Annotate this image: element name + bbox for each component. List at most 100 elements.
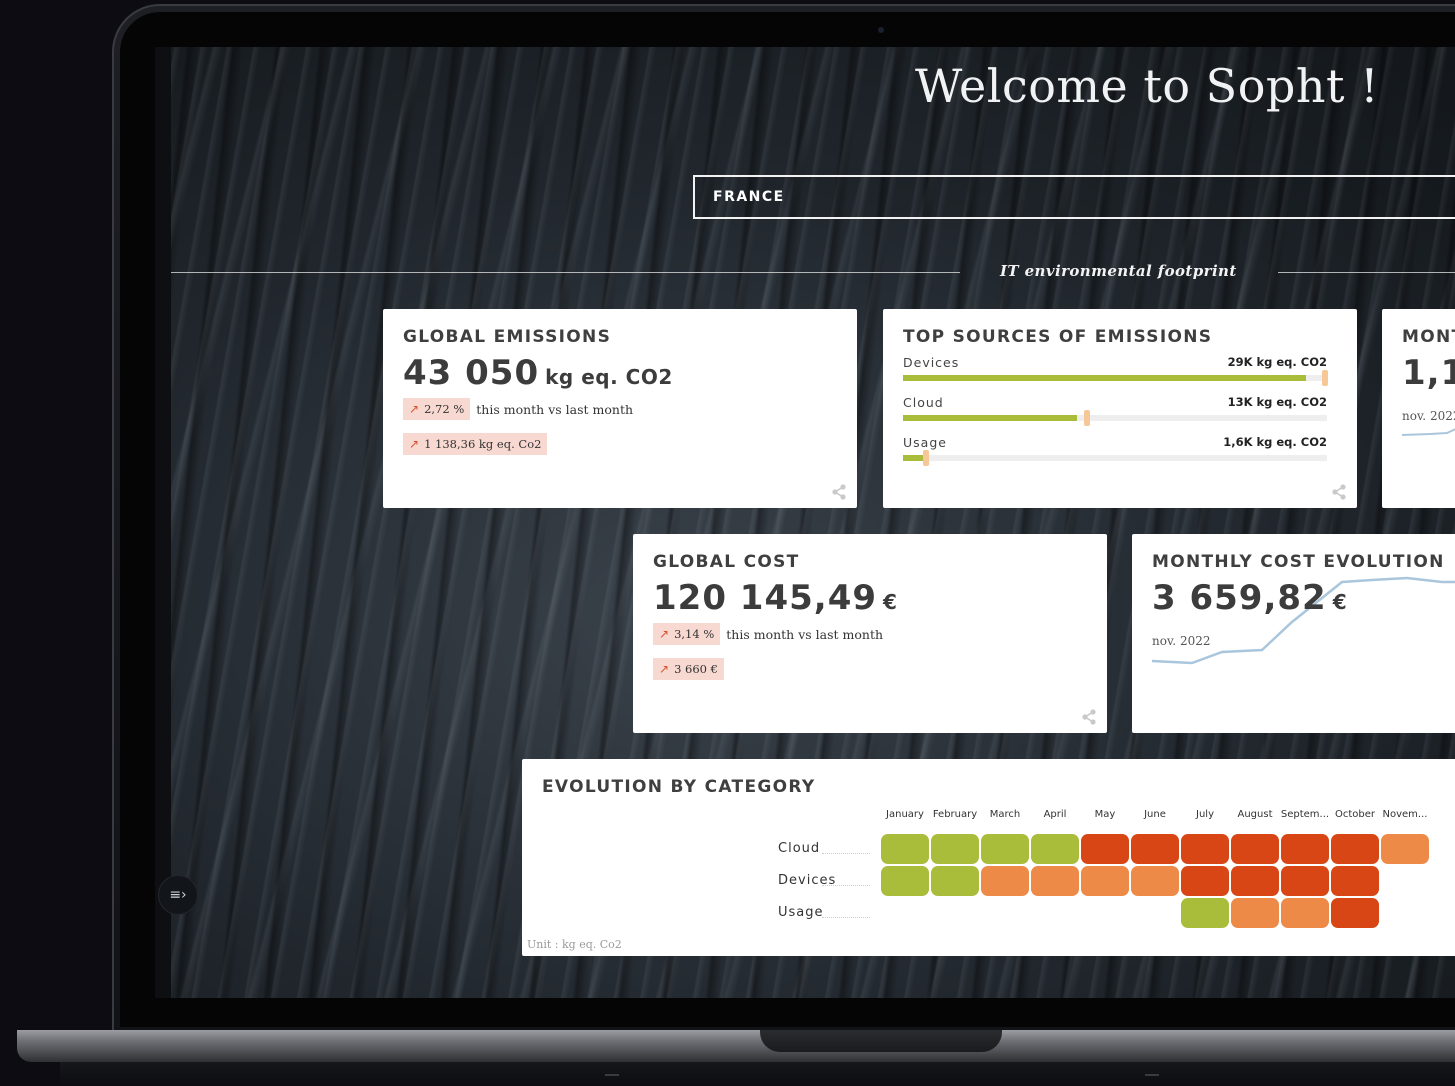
source-bar — [903, 455, 925, 461]
heatmap-cell[interactable] — [1231, 866, 1279, 896]
cost-number: 120 145,49 — [653, 578, 878, 618]
monthly-emissions-number: 1,1K — [1402, 353, 1455, 393]
heatmap-cell[interactable] — [1331, 834, 1379, 864]
monthly-cost-value: 3 659,82 € — [1152, 578, 1347, 618]
delta-badge: ↗ 3,14 % — [653, 623, 721, 645]
heatmap-cell[interactable] — [1031, 834, 1079, 864]
share-icon[interactable] — [831, 484, 847, 500]
section-title: IT environmental footprint — [1000, 262, 1237, 280]
source-label: Usage — [903, 435, 947, 450]
heatmap-cell[interactable] — [981, 866, 1029, 896]
heatmap-cell[interactable] — [881, 866, 929, 896]
top-sources-card[interactable]: TOP SOURCES OF EMISSIONS Devices 29K kg e… — [883, 309, 1357, 508]
card-title: EVOLUTION BY CATEGORY — [542, 777, 816, 797]
cost-value: 120 145,49 € — [653, 578, 897, 618]
share-icon[interactable] — [1331, 484, 1347, 500]
month-label: February — [932, 809, 978, 820]
menu-expand-icon: ≡› — [169, 887, 187, 903]
emissions-number: 43 050 — [403, 353, 540, 393]
emissions-unit: kg eq. CO2 — [545, 365, 673, 389]
delta-percent: 2,72 % — [424, 402, 465, 416]
heatmap-cell[interactable] — [931, 834, 979, 864]
heatmap-cell[interactable] — [931, 866, 979, 896]
country-selector[interactable]: FRANCE — [693, 175, 1455, 219]
source-value: 1,6K kg eq. CO2 — [1223, 435, 1327, 449]
heatmap-cell[interactable] — [1031, 866, 1079, 896]
arrow-up-right-icon: ↗ — [409, 437, 420, 451]
month-label: June — [1144, 809, 1166, 820]
emissions-sparkline — [1402, 428, 1455, 436]
label-leader — [822, 917, 870, 918]
laptop-foot — [1145, 1074, 1159, 1076]
source-marker — [1083, 410, 1090, 426]
month-label: May — [1094, 809, 1116, 820]
heatmap-cell[interactable] — [1181, 866, 1229, 896]
heatmap-cell[interactable] — [1131, 866, 1179, 896]
source-bar — [903, 375, 1306, 381]
unit-note: Unit : kg eq. Co2 — [527, 938, 622, 951]
delta-badge: ↗ 2,72 % — [403, 398, 471, 420]
arrow-up-right-icon: ↗ — [409, 402, 420, 416]
month-label: April — [1043, 809, 1067, 820]
heatmap-cell[interactable] — [1281, 834, 1329, 864]
month-label: January — [886, 809, 924, 820]
sidebar-strip — [155, 47, 171, 998]
heatmap-cell[interactable] — [1081, 866, 1129, 896]
monthly-emissions-value: 1,1K — [1402, 353, 1455, 393]
month-label: March — [989, 809, 1021, 820]
heatmap-cell[interactable] — [1081, 834, 1129, 864]
menu-expand-button[interactable]: ≡› — [158, 875, 198, 915]
category-label: Usage — [778, 905, 824, 920]
source-marker — [923, 450, 930, 466]
heatmap-cell[interactable] — [1231, 834, 1279, 864]
heatmap-cell[interactable] — [1181, 898, 1229, 928]
category-label: Cloud — [778, 841, 821, 856]
delta-caption: this month vs last month — [726, 626, 884, 642]
delta-abs-row: ↗ 3 660 € — [653, 658, 724, 680]
source-track — [903, 450, 1327, 466]
card-title: GLOBAL EMISSIONS — [403, 327, 612, 347]
heatmap-cell[interactable] — [1231, 898, 1279, 928]
source-value: 29K kg eq. CO2 — [1227, 355, 1327, 369]
label-leader — [822, 853, 870, 854]
delta-caption: this month vs last month — [476, 401, 634, 417]
monthly-cost-card[interactable]: MONTHLY COST EVOLUTION 3 659,82 € nov. 20… — [1132, 534, 1455, 733]
global-emissions-card[interactable]: GLOBAL EMISSIONS 43 050 kg eq. CO2 ↗ 2,72 … — [383, 309, 857, 508]
month-label: Septem... — [1280, 809, 1330, 820]
monthly-emissions-card[interactable]: MONT 1,1K nov. 2022 — [1382, 309, 1455, 508]
app-screen: Welcome to Sopht ! FRANCE IT environment… — [155, 47, 1455, 998]
laptop-notch — [760, 1030, 1002, 1052]
month-label: July — [1196, 809, 1214, 820]
laptop-base — [17, 1030, 1455, 1062]
heatmap-cell[interactable] — [1331, 898, 1379, 928]
global-cost-card[interactable]: GLOBAL COST 120 145,49 € ↗ 3,14 % this mon… — [633, 534, 1107, 733]
heatmap-cell[interactable] — [1281, 898, 1329, 928]
card-title: MONTHLY COST EVOLUTION — [1152, 552, 1445, 572]
label-leader — [822, 885, 870, 886]
delta-absolute-badge: ↗ 3 660 € — [653, 658, 724, 680]
heatmap-cell[interactable] — [1381, 834, 1429, 864]
heatmap-cell[interactable] — [1181, 834, 1229, 864]
heatmap-cell[interactable] — [1281, 866, 1329, 896]
heatmap-cell[interactable] — [1131, 834, 1179, 864]
card-title: TOP SOURCES OF EMISSIONS — [903, 327, 1213, 347]
evolution-card[interactable]: EVOLUTION BY CATEGORY January February Mar… — [522, 759, 1455, 956]
heatmap-cell[interactable] — [881, 834, 929, 864]
delta-percent: 3,14 % — [674, 627, 715, 641]
emissions-value: 43 050 kg eq. CO2 — [403, 353, 673, 393]
arrow-up-right-icon: ↗ — [659, 627, 670, 641]
share-icon[interactable] — [1081, 709, 1097, 725]
monthly-cost-number: 3 659,82 — [1152, 578, 1327, 618]
delta-abs-row: ↗ 1 138,36 kg eq. Co2 — [403, 433, 548, 455]
heatmap-cell[interactable] — [981, 834, 1029, 864]
camera-dot — [878, 27, 884, 33]
heatmap-cell[interactable] — [1331, 866, 1379, 896]
delta-absolute: 1 138,36 kg eq. Co2 — [424, 437, 542, 451]
arrow-up-right-icon: ↗ — [659, 662, 670, 676]
source-value: 13K kg eq. CO2 — [1227, 395, 1327, 409]
chart-date: nov. 2022 — [1152, 634, 1211, 648]
month-label: Novem... — [1382, 809, 1428, 820]
source-label: Cloud — [903, 395, 944, 410]
laptop-shadow — [60, 1062, 1455, 1086]
divider-right — [1278, 272, 1455, 273]
